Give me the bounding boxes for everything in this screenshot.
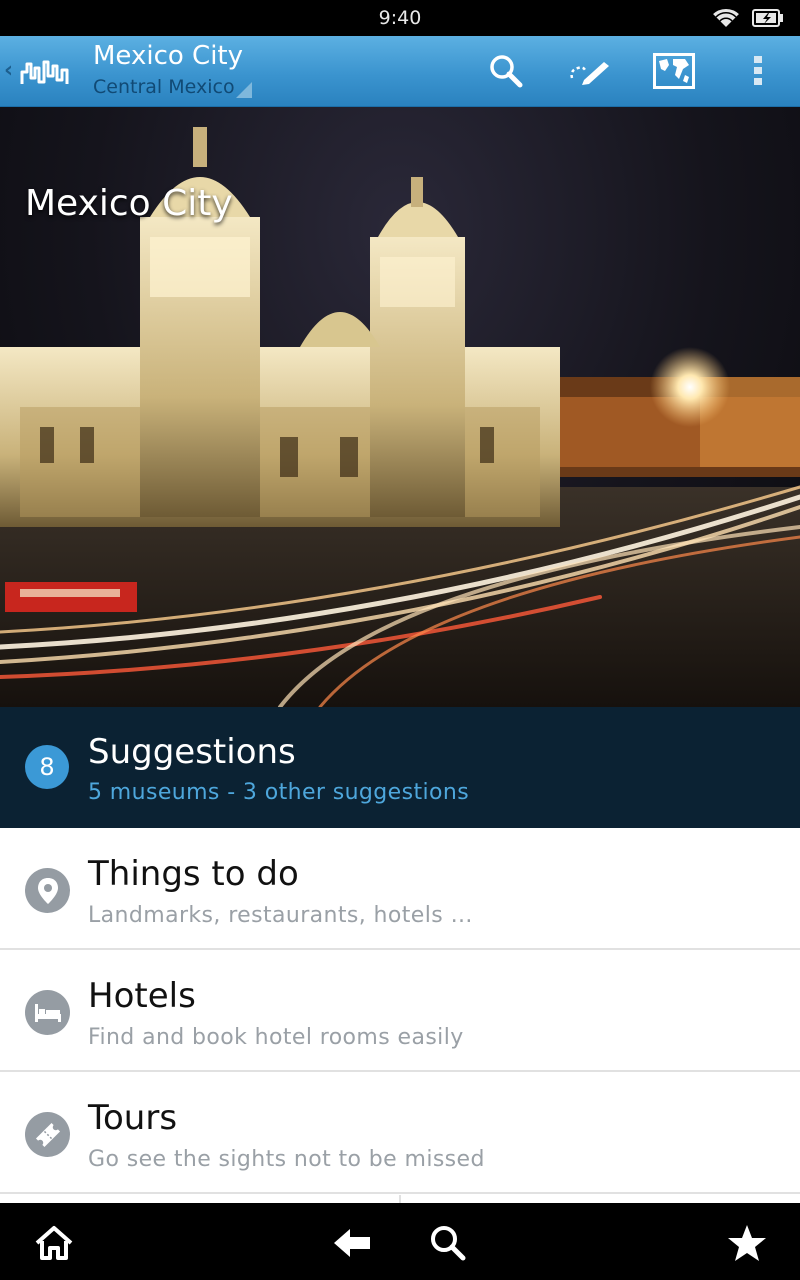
map-pin-icon [25,868,70,913]
dropdown-caret-icon[interactable] [236,82,252,98]
row-divider [399,1195,401,1203]
nav-search-button[interactable] [426,1221,470,1265]
star-icon [728,1225,766,1261]
action-bar: ‹ Mexico City Central Mexico [0,36,800,107]
edit-trip-button[interactable] [566,48,614,94]
hotels-title: Hotels [88,976,196,1016]
overflow-menu-button[interactable] [734,48,782,94]
ticket-icon [25,1112,70,1157]
suggestions-title: Suggestions [88,732,296,772]
things-to-do-title: Things to do [88,854,299,894]
hero-title: Mexico City [25,183,233,224]
location-title[interactable]: Mexico City [93,41,243,71]
map-button[interactable] [650,48,698,94]
battery-icon [752,9,783,27]
back-icon [334,1229,370,1257]
things-to-do-subtitle: Landmarks, restaurants, hotels … [88,903,473,928]
app-logo-icon[interactable] [20,54,70,90]
system-nav-bar [0,1203,800,1280]
suggestions-subtitle: 5 museums - 3 other suggestions [88,780,470,805]
location-subtitle[interactable]: Central Mexico [93,76,235,98]
edit-icon [570,62,609,85]
tours-title: Tours [88,1098,178,1138]
suggestions-row[interactable]: 8 Suggestions 5 museums - 3 other sugges… [0,707,800,828]
wifi-icon [710,7,742,30]
destination-menu-list: 8 Suggestions 5 museums - 3 other sugges… [0,707,800,1194]
suggestion-count-badge: 8 [25,745,69,789]
tours-row[interactable]: Tours Go see the sights not to be missed [0,1072,800,1194]
search-button[interactable] [482,48,530,94]
status-bar: 9:40 [0,0,800,36]
hotels-subtitle: Find and book hotel rooms easily [88,1025,464,1050]
search-icon [490,55,523,88]
next-row-partial [0,1195,800,1203]
back-button[interactable] [330,1221,374,1265]
map-icon [653,53,695,89]
bed-icon [25,990,70,1035]
hotels-row[interactable]: Hotels Find and book hotel rooms easily [0,950,800,1072]
search-icon [431,1226,466,1261]
favorites-button[interactable] [725,1221,769,1265]
status-time: 9:40 [378,7,422,29]
things-to-do-row[interactable]: Things to do Landmarks, restaurants, hot… [0,828,800,950]
up-caret-icon[interactable]: ‹ [4,58,13,83]
tours-subtitle: Go see the sights not to be missed [88,1147,485,1172]
home-icon [35,1226,73,1260]
hero-image: Mexico City [0,107,800,707]
home-button[interactable] [32,1221,76,1265]
overflow-menu-icon [754,56,762,85]
